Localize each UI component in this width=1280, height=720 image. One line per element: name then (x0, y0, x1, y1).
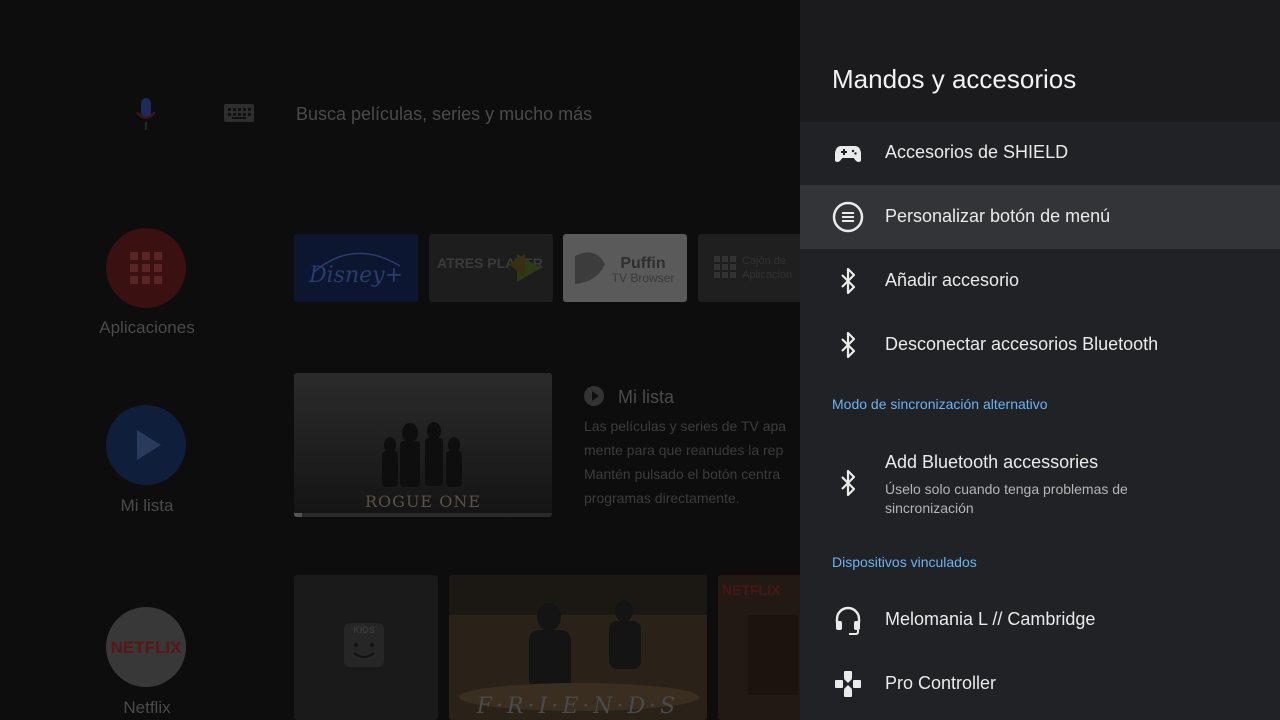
menu-item-label: Pro Controller (885, 673, 997, 693)
menu-item-label: Desconectar accesorios Bluetooth (885, 334, 1159, 354)
mylist-tile[interactable] (106, 405, 186, 485)
menu-item-add-accessory[interactable]: Añadir accesorio (800, 249, 1280, 313)
search-input[interactable]: Busca películas, series y mucho más (296, 104, 592, 125)
menu-item-label: Melomania L // Cambridge (885, 609, 1096, 629)
apps-label: Aplicaciones (99, 318, 195, 337)
keyboard-icon[interactable] (222, 100, 256, 126)
page-title: Mandos y accesorios (832, 64, 1077, 94)
svg-text:KIDS: KIDS (353, 625, 375, 635)
svg-text:NETFLIX: NETFLIX (722, 582, 781, 598)
mylist-card-rogue-one[interactable]: ROGUE ONE (294, 373, 552, 517)
home-screen-background: Busca películas, series y mucho más Apli… (0, 0, 800, 720)
apps-grid-icon (130, 252, 162, 284)
app-atresplayer[interactable]: ATRES PLAYER (429, 234, 553, 302)
svg-text:Puffin: Puffin (620, 255, 665, 272)
section-header-paired-devices: Dispositivos vinculados (832, 554, 977, 570)
menu-item-shield-accessories[interactable]: Accesorios de SHIELD (800, 121, 1280, 185)
netflix-tile[interactable]: NETFLIX (106, 607, 186, 687)
play-icon (584, 386, 604, 406)
menu-item-label: Añadir accesorio (885, 270, 1020, 290)
netflix-card-third[interactable]: NETFLIX (718, 575, 800, 720)
mylist-heading: Mi lista (584, 386, 674, 408)
app-drawer[interactable]: Cajón de Aplicacion (698, 234, 800, 302)
menu-item-sublabel: Úselo solo cuando tenga problemas de sin… (885, 481, 1128, 516)
play-icon (137, 430, 161, 460)
menu-item-label: Personalizar botón de menú (885, 206, 1111, 226)
mylist-description: Las películas y series de TV apa mente p… (584, 418, 787, 506)
netflix-card-kids[interactable]: KIDS (294, 575, 438, 720)
device-item-pro-controller[interactable]: Pro Controller (800, 652, 1280, 716)
svg-text:Disney+: Disney+ (308, 263, 403, 288)
gamepad-icon (832, 137, 864, 169)
device-item-melomania[interactable]: Melomania L // Cambridge (800, 588, 1280, 652)
netflix-label: Netflix (123, 698, 171, 717)
menu-item-label: Accesorios de SHIELD (885, 142, 1069, 162)
app-disney-plus[interactable]: Disney+ (294, 234, 418, 302)
menu-item-disconnect-bluetooth[interactable]: Desconectar accesorios Bluetooth (800, 313, 1280, 377)
bluetooth-icon (832, 265, 864, 297)
playback-progress (294, 513, 552, 517)
mylist-label: Mi lista (120, 496, 174, 515)
menu-item-customize-menu-button[interactable]: Personalizar botón de menú (800, 185, 1280, 249)
menu-item-add-bluetooth-accessories[interactable]: Add Bluetooth accessories Úselo solo cua… (800, 440, 1280, 530)
menu-button-icon (832, 201, 864, 233)
settings-panel: Mandos y accesorios Accesorios de SHIELD… (800, 0, 1280, 720)
dpad-icon (832, 668, 864, 700)
apps-tile[interactable] (106, 228, 186, 308)
svg-text:Aplicacion: Aplicacion (742, 269, 792, 281)
bluetooth-icon (832, 329, 864, 361)
microphone-icon[interactable] (130, 92, 162, 136)
section-header-alt-sync: Modo de sincronización alternativo (832, 396, 1048, 412)
app-puffin-tv-browser[interactable]: Puffin TV Browser (563, 234, 687, 302)
panel-header: Mandos y accesorios (800, 0, 1280, 122)
mylist-card-title: ROGUE ONE (365, 492, 481, 511)
svg-text:F·R·I·E·N·D·S: F·R·I·E·N·D·S (476, 694, 680, 719)
search-row: Busca películas, series y mucho más (0, 92, 800, 138)
svg-text:NETFLIX: NETFLIX (111, 638, 182, 657)
netflix-logo: NETFLIX (111, 638, 182, 657)
bluetooth-icon (832, 467, 864, 499)
netflix-card-friends[interactable]: F·R·I·E·N·D·S (449, 575, 707, 720)
svg-text:TV Browser: TV Browser (612, 271, 675, 285)
headset-icon (832, 604, 864, 636)
svg-text:Cajón de: Cajón de (742, 255, 786, 267)
menu-item-label: Add Bluetooth accessories (885, 452, 1099, 472)
